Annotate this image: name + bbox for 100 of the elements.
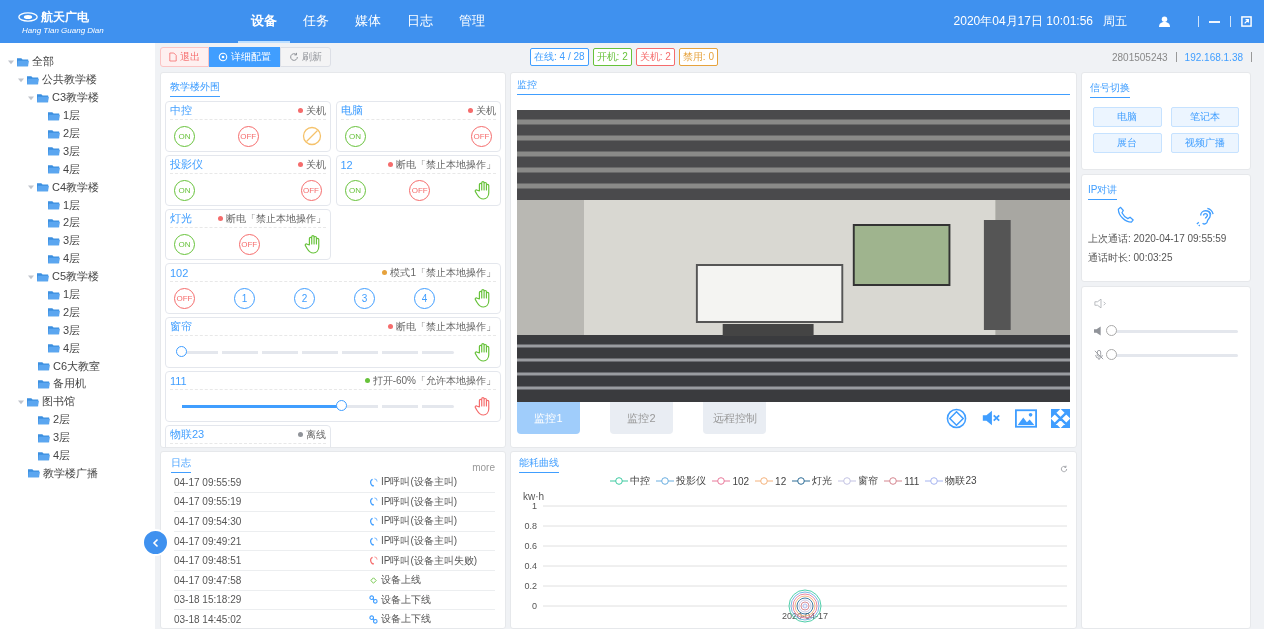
panel-title: IP对讲 bbox=[1088, 182, 1118, 200]
local-unlock-button[interactable] bbox=[474, 396, 492, 416]
signal-button[interactable]: 笔记本 bbox=[1170, 107, 1239, 127]
panel-title: 教学楼外围 bbox=[170, 79, 220, 97]
tree-item[interactable]: 3层 bbox=[53, 430, 71, 446]
tree-item[interactable]: C5教学楼 bbox=[52, 269, 100, 285]
mode-button[interactable]: 3 bbox=[354, 287, 375, 309]
tree-item[interactable]: 1层 bbox=[63, 197, 81, 213]
ip-address: 192.168.1.38 bbox=[1184, 51, 1243, 63]
power-on-button[interactable]: ON bbox=[344, 179, 366, 201]
tree-item[interactable]: 2层 bbox=[53, 412, 71, 428]
monitor-tab[interactable]: 监控2 bbox=[610, 402, 673, 434]
fullscreen-icon[interactable] bbox=[1051, 408, 1070, 428]
tree-item[interactable]: 全部 bbox=[32, 54, 54, 70]
power-off-button[interactable]: OFF bbox=[409, 179, 431, 201]
more-link[interactable]: more bbox=[472, 462, 495, 473]
power-on-button[interactable]: ON bbox=[344, 125, 366, 147]
power-on-button[interactable]: ON bbox=[174, 179, 195, 201]
tree-item[interactable]: 3层 bbox=[63, 143, 81, 159]
volume-slider[interactable] bbox=[1106, 349, 1238, 361]
local-lock-button[interactable] bbox=[303, 234, 322, 254]
mute-icon[interactable] bbox=[981, 408, 1001, 428]
chevron-left-icon bbox=[150, 537, 161, 548]
tree-item[interactable]: 图书馆 bbox=[42, 394, 75, 410]
tree-item[interactable]: 1层 bbox=[63, 287, 81, 302]
refresh-button[interactable]: 刷新 bbox=[280, 47, 331, 67]
signal-button[interactable]: 展台 bbox=[1093, 133, 1162, 153]
disable-button[interactable] bbox=[301, 126, 322, 146]
panel-title: 能耗曲线 bbox=[519, 455, 559, 473]
caret-icon[interactable] bbox=[18, 76, 24, 83]
tree-item[interactable]: 4层 bbox=[63, 161, 81, 177]
device-status: 关机 bbox=[305, 103, 326, 118]
volume-slider[interactable] bbox=[1106, 325, 1238, 337]
log-time: 04-17 09:49:21 bbox=[174, 535, 243, 547]
tree-item[interactable]: 2层 bbox=[63, 215, 81, 231]
tree-item[interactable]: 备用机 bbox=[53, 376, 86, 392]
monitor-tab[interactable]: 远程控制 bbox=[703, 402, 766, 434]
power-off-button[interactable]: OFF bbox=[174, 287, 195, 309]
power-off-button[interactable]: OFF bbox=[471, 125, 492, 147]
tree-item[interactable]: 4层 bbox=[63, 340, 81, 356]
tree-item[interactable]: 2层 bbox=[63, 304, 81, 320]
date-time: 2020年04月17日 10:01:56 bbox=[953, 13, 1093, 30]
nav-tab[interactable]: 管理 bbox=[446, 0, 498, 43]
power-off-button[interactable]: OFF bbox=[300, 179, 322, 201]
tree-item[interactable]: 2层 bbox=[63, 126, 81, 141]
slider-thumb[interactable] bbox=[176, 346, 187, 357]
power-on-button[interactable]: ON bbox=[174, 125, 195, 147]
config-button[interactable]: 详细配置 bbox=[209, 47, 280, 67]
caret-icon[interactable] bbox=[8, 58, 14, 65]
exit-button[interactable]: 退出 bbox=[160, 47, 209, 67]
signal-button[interactable]: 电脑 bbox=[1093, 107, 1162, 127]
speaker-icon bbox=[1094, 298, 1108, 309]
power-on-button[interactable]: ON bbox=[174, 233, 195, 255]
monitor-tab[interactable]: 监控1 bbox=[517, 402, 580, 434]
mode-button[interactable]: 4 bbox=[414, 287, 435, 309]
folder-icon bbox=[48, 343, 60, 354]
local-lock-button[interactable] bbox=[474, 342, 492, 362]
local-lock-button[interactable] bbox=[474, 288, 492, 308]
slider-thumb[interactable] bbox=[335, 400, 347, 411]
refresh-icon[interactable] bbox=[1060, 465, 1068, 473]
panel-title: 信号切换 bbox=[1090, 80, 1130, 98]
status-badge: 在线: 4 / 28 bbox=[530, 48, 589, 66]
tree-item[interactable]: 1层 bbox=[63, 108, 81, 124]
phone-icon[interactable] bbox=[1117, 206, 1136, 224]
caret-icon[interactable] bbox=[28, 94, 34, 101]
ptz-icon[interactable] bbox=[946, 407, 967, 429]
mode-button[interactable]: 1 bbox=[234, 287, 255, 309]
nav-tab[interactable]: 日志 bbox=[394, 0, 446, 43]
tree-item[interactable]: C4教学楼 bbox=[52, 179, 100, 195]
caret-icon[interactable] bbox=[28, 184, 34, 191]
nav-tab[interactable]: 任务 bbox=[290, 0, 342, 43]
tick-label: 0.6 bbox=[524, 541, 537, 551]
local-lock-button[interactable] bbox=[474, 180, 492, 200]
slider-thumb[interactable] bbox=[1106, 349, 1117, 360]
log-event: 设备上线 bbox=[381, 573, 421, 588]
slider[interactable] bbox=[176, 346, 454, 358]
legend-marker bbox=[656, 477, 675, 485]
legend-marker bbox=[712, 477, 731, 485]
nav-tab[interactable]: 媒体 bbox=[342, 0, 394, 43]
power-off-button[interactable]: OFF bbox=[238, 233, 260, 255]
slider-thumb[interactable] bbox=[1106, 325, 1117, 336]
user-icon[interactable] bbox=[1159, 16, 1170, 27]
signal-button[interactable]: 视频广播 bbox=[1170, 133, 1239, 153]
panel-title: 监控 bbox=[517, 77, 1070, 95]
mode-button[interactable]: 2 bbox=[294, 287, 315, 309]
tree-item[interactable]: 3层 bbox=[63, 233, 81, 249]
tree-item[interactable]: 4层 bbox=[63, 251, 81, 267]
caret-icon[interactable] bbox=[28, 273, 34, 280]
tree-item[interactable]: C6大教室 bbox=[53, 358, 101, 374]
device-name: 窗帘 bbox=[170, 319, 192, 334]
tree-item[interactable]: 公共教学楼 bbox=[42, 72, 97, 88]
tree-item[interactable]: 4层 bbox=[53, 448, 71, 464]
caret-icon[interactable] bbox=[18, 398, 24, 405]
tree-item[interactable]: 教学楼广播 bbox=[43, 465, 98, 481]
image-icon[interactable] bbox=[1015, 408, 1037, 428]
tree-item[interactable]: C3教学楼 bbox=[52, 90, 100, 106]
nav-tab[interactable]: 设备 bbox=[238, 0, 290, 43]
tree-item[interactable]: 3层 bbox=[63, 322, 81, 338]
tick-label: 0 bbox=[532, 601, 537, 611]
power-off-button[interactable]: OFF bbox=[237, 125, 259, 147]
